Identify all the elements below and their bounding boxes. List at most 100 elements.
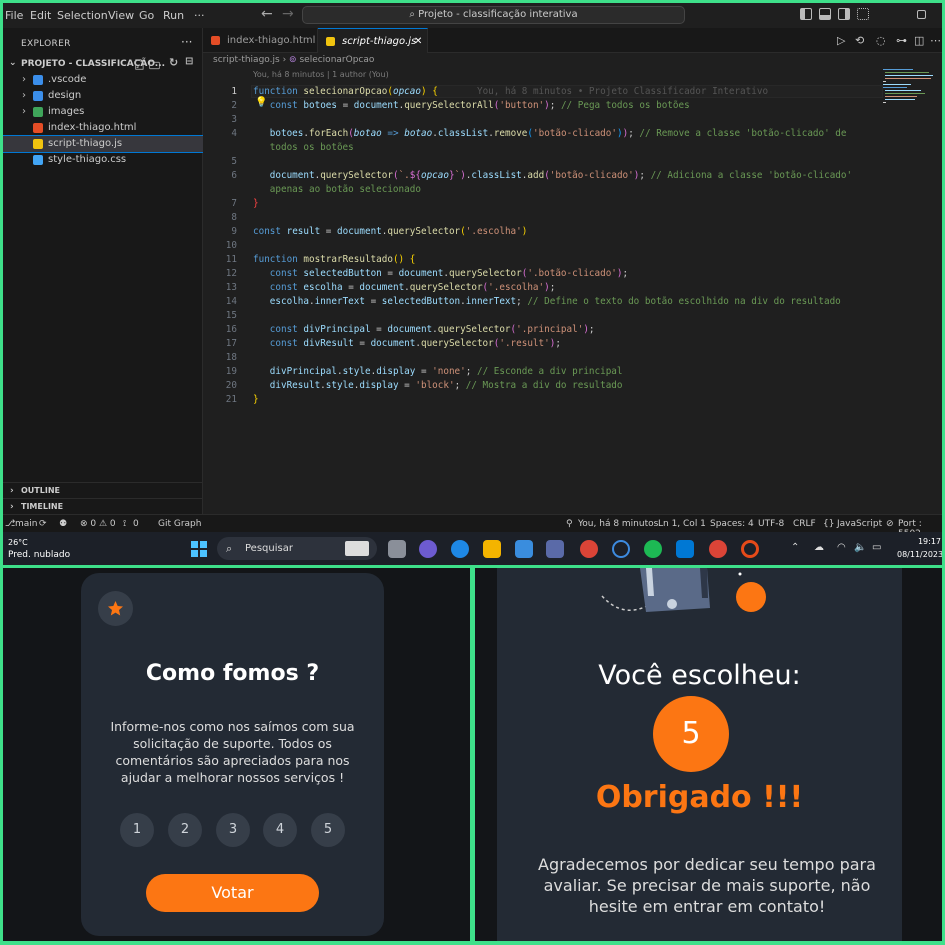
refresh-icon[interactable]: ↻ [169,56,178,69]
file-explorer-icon[interactable] [483,540,501,558]
command-center-search[interactable]: ⌕ Projeto - classificação interativa [302,6,685,24]
git-icon[interactable]: ⊶ [896,34,907,47]
toggle-secondary-sidebar-icon[interactable] [838,8,850,20]
restore-window-icon[interactable] [917,10,926,19]
minimap[interactable] [881,67,936,107]
teams-icon[interactable] [419,540,437,558]
compare-icon[interactable]: ◌ [876,34,886,47]
weather-description[interactable]: Pred. nublado [8,550,70,560]
encoding[interactable]: UTF-8 [758,519,784,529]
explorer-more-icon[interactable]: ··· [181,35,192,49]
store-icon[interactable] [546,540,564,558]
forward-arrow-icon[interactable]: → [282,6,294,22]
tree-item-images[interactable]: › images [3,104,203,120]
chrome-profile-icon[interactable] [709,540,727,558]
app-icon[interactable] [741,540,759,558]
tab-index-html[interactable]: index-thiago.html [203,28,318,53]
tree-item-vscode[interactable]: › .vscode [3,72,203,88]
line-number: 9 [231,226,237,237]
more-actions-icon[interactable]: ⋯ [930,34,941,47]
line-number: 3 [231,114,237,125]
timeline-section[interactable]: › TIMELINE [3,498,203,514]
codelens-blame[interactable]: You, há 8 minutos | 1 author (You) [253,70,389,79]
line-endings[interactable]: CRLF [793,519,816,529]
split-editor-icon[interactable]: ◫ [914,34,924,47]
project-folder-row[interactable]: ⌄ PROJETO - CLASSIFICAÇÃO... 🗋 🗀 ↻ ⊟ [3,56,203,72]
close-icon[interactable]: ✕ [414,29,422,54]
vscode-icon[interactable] [676,540,694,558]
start-button[interactable] [191,541,207,557]
tree-item-design[interactable]: › design [3,88,203,104]
live-server-icon: ⊘ [886,519,894,529]
rating-option-1[interactable]: 1 [120,813,154,847]
tab-script-js[interactable]: script-thiago.js ✕ [318,28,428,53]
chevron-right-icon: › [10,502,14,512]
code-line-19: divPrincipal.style.display = 'none'; // … [269,366,623,377]
line-number: 11 [225,254,237,265]
line-number: 20 [225,380,237,391]
task-view-icon[interactable] [388,540,406,558]
toggle-sidebar-icon[interactable] [800,8,812,20]
collapse-all-icon[interactable]: ⊟ [185,56,193,67]
branch-name[interactable]: main [15,519,38,529]
menu-go[interactable]: Go [139,9,154,22]
language-mode[interactable]: JavaScript [837,519,882,529]
clock-date[interactable]: 08/11/2023 [897,550,942,559]
card-description: Informe-nos como nos saímos com sua soli… [110,719,355,785]
code-line-16: const divPrincipal = document.querySelec… [269,324,595,335]
sync-icon[interactable]: ⟳ [39,519,47,529]
copyright-app-icon[interactable] [612,540,630,558]
menu-file[interactable]: File [5,9,23,22]
rating-option-3[interactable]: 3 [216,813,250,847]
menu-view[interactable]: View [108,9,134,22]
taskbar-search[interactable]: ⌕ Pesquisar [217,537,377,560]
rating-option-2[interactable]: 2 [168,813,202,847]
clock-time[interactable]: 19:17 [897,537,941,546]
weather-temperature[interactable]: 26°C [8,538,28,547]
result-preview-panel: Você escolheu: 5 Obrigado !!! Agradecemo… [475,568,942,941]
wifi-icon[interactable]: ◠ [837,542,846,553]
function-icon: ⊚ [289,55,297,65]
outline-section[interactable]: › OUTLINE [3,482,203,498]
menu-edit[interactable]: Edit [30,9,51,22]
ports-count[interactable]: 0 [133,519,139,529]
chevron-down-icon: ⌄ [9,58,17,68]
tree-item-style-css[interactable]: style-thiago.css [3,152,203,168]
menu-run[interactable]: Run [163,9,184,22]
title-bar: File Edit Selection View Go Run ··· ← → … [3,3,942,28]
customize-layout-icon[interactable] [857,8,869,20]
code-line-9: const result = document.querySelector('.… [253,226,528,237]
menu-more[interactable]: ··· [194,9,205,22]
rating-option-4[interactable]: 4 [263,813,297,847]
vote-button[interactable]: Votar [146,874,319,912]
indentation[interactable]: Spaces: 4 [710,519,754,529]
chevron-up-icon[interactable]: ⌃ [791,542,799,553]
volume-icon[interactable]: 🔈 [854,542,866,553]
search-icon: ⌕ [226,542,233,555]
go-live-icon[interactable]: ⟲ [855,34,864,47]
code-line-13: const escolha = document.querySelector('… [269,282,556,293]
onedrive-icon[interactable]: ☁ [814,542,824,553]
back-arrow-icon[interactable]: ← [261,6,273,22]
folder-icon [33,107,43,117]
edge-icon[interactable] [451,540,469,558]
cursor-position[interactable]: Ln 1, Col 1 [658,519,706,529]
git-graph-button[interactable]: Git Graph [158,519,201,529]
toggle-panel-icon[interactable] [819,8,831,20]
account-icon[interactable]: ⚉ [59,519,67,529]
problems-indicator[interactable]: ⊗ 0 ⚠ 0 [80,519,116,529]
rating-option-5[interactable]: 5 [311,813,345,847]
commit-icon: ⚲ [566,519,573,529]
run-icon[interactable]: ▷ [837,34,845,47]
battery-icon[interactable]: ▭ [872,542,881,553]
tree-item-index-html[interactable]: index-thiago.html [3,120,203,136]
breadcrumb-symbol[interactable]: selecionarOpcao [299,55,374,65]
spotify-icon[interactable] [644,540,662,558]
mail-icon[interactable] [515,540,533,558]
menu-selection[interactable]: Selection [57,9,108,22]
status-blame[interactable]: You, há 8 minutos [578,519,658,529]
tree-item-script-js[interactable]: script-thiago.js [3,135,204,153]
breadcrumb-file[interactable]: script-thiago.js [213,55,280,65]
chrome-icon[interactable] [580,540,598,558]
code-editor[interactable]: 1 2 3 4 5 6 7 8 9 10 11 12 13 14 15 16 17 18 19 20 21 💡 func… [203,81,883,514]
